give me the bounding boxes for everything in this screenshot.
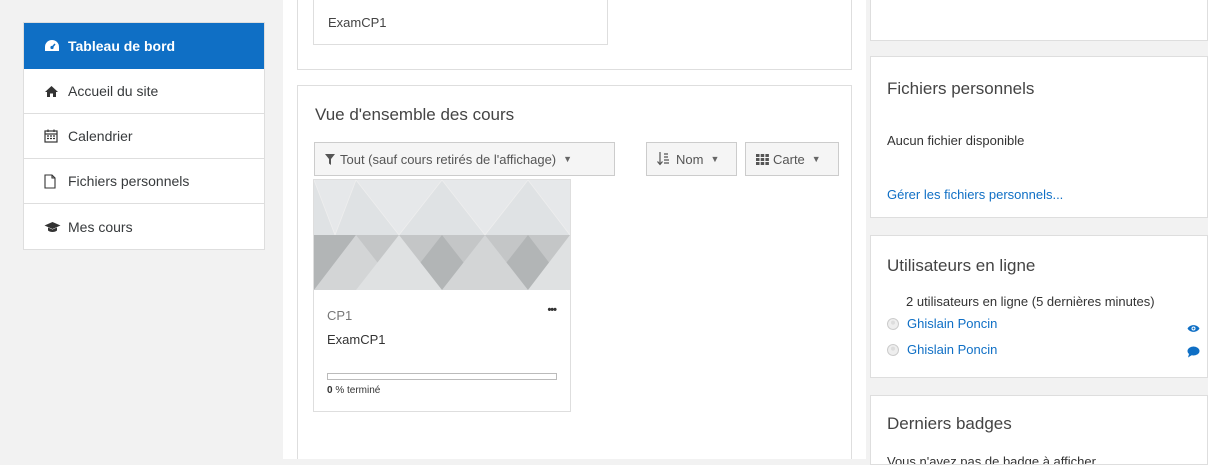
user-name-link[interactable]: Ghislain Poncin bbox=[907, 342, 997, 357]
sort-label: Nom bbox=[676, 151, 704, 167]
home-icon bbox=[44, 85, 64, 98]
file-icon bbox=[44, 173, 64, 189]
course-overview-block: Vue d'ensemble des cours Tout (sauf cour… bbox=[297, 85, 852, 459]
progress-bar bbox=[327, 373, 557, 380]
graduation-cap-icon bbox=[44, 221, 64, 233]
block-title: Fichiers personnels bbox=[887, 79, 1035, 98]
block-title: Vue d'ensemble des cours bbox=[315, 105, 515, 124]
sort-icon bbox=[657, 152, 670, 166]
message-icon[interactable] bbox=[1187, 345, 1200, 363]
view-label: Carte bbox=[773, 151, 805, 167]
nav-item-label: Accueil du site bbox=[68, 83, 159, 99]
online-user-row: Ghislain Poncin bbox=[887, 316, 997, 331]
block-title: Utilisateurs en ligne bbox=[887, 256, 1036, 275]
empty-files-text: Aucun fichier disponible bbox=[887, 133, 1025, 148]
nav-item-calendar[interactable]: Calendrier bbox=[24, 114, 264, 159]
user-avatar-icon bbox=[887, 343, 899, 356]
previous-block bbox=[870, 0, 1208, 41]
course-name: ExamCP1 bbox=[328, 15, 387, 30]
recent-course-card[interactable]: ExamCP1 bbox=[313, 0, 608, 45]
user-avatar-icon bbox=[887, 317, 899, 330]
more-options-icon[interactable]: ••• bbox=[547, 304, 557, 316]
nav-item-label: Calendrier bbox=[68, 128, 133, 144]
filter-dropdown[interactable]: Tout (sauf cours retirés de l'affichage)… bbox=[314, 142, 615, 176]
course-full-name[interactable]: ExamCP1 bbox=[327, 332, 386, 347]
course-image[interactable] bbox=[314, 180, 570, 290]
private-files-block: Fichiers personnels Aucun fichier dispon… bbox=[870, 56, 1208, 218]
nav-item-site-home[interactable]: Accueil du site bbox=[24, 69, 264, 114]
user-name-link[interactable]: Ghislain Poncin bbox=[907, 316, 997, 331]
online-user-row: Ghislain Poncin bbox=[887, 342, 997, 357]
online-users-block: Utilisateurs en ligne 2 utilisateurs en … bbox=[870, 235, 1208, 378]
navigation-drawer: Tableau de bord Accueil du site Calendri… bbox=[23, 22, 265, 250]
filter-label: Tout (sauf cours retirés de l'affichage) bbox=[340, 151, 557, 167]
latest-badges-block: Derniers badges Vous n'avez pas de badge… bbox=[870, 395, 1208, 465]
block-title: Derniers badges bbox=[887, 414, 1012, 433]
chevron-down-icon: ▼ bbox=[811, 154, 821, 164]
grid-icon bbox=[756, 153, 769, 165]
nav-item-label: Tableau de bord bbox=[68, 38, 176, 54]
chevron-down-icon: ▼ bbox=[710, 154, 720, 164]
eye-icon[interactable] bbox=[1187, 320, 1200, 338]
nav-item-label: Fichiers personnels bbox=[68, 173, 190, 189]
sort-dropdown[interactable]: Nom ▼ bbox=[646, 142, 737, 176]
course-card[interactable]: CP1 ••• ExamCP1 0 % terminé bbox=[313, 179, 571, 412]
course-short-name: CP1 bbox=[327, 308, 353, 323]
nav-item-label: Mes cours bbox=[68, 218, 133, 235]
manage-files-link[interactable]: Gérer les fichiers personnels... bbox=[887, 187, 1063, 202]
dashboard-icon bbox=[44, 39, 64, 53]
badges-empty-text: Vous n'avez pas de badge à afficher bbox=[887, 454, 1096, 465]
calendar-icon bbox=[44, 129, 64, 143]
chevron-down-icon: ▼ bbox=[563, 154, 573, 164]
nav-item-private-files[interactable]: Fichiers personnels bbox=[24, 159, 264, 204]
nav-item-dashboard[interactable]: Tableau de bord bbox=[24, 23, 264, 69]
nav-item-my-courses[interactable]: Mes cours bbox=[24, 204, 264, 249]
recent-courses-block: ExamCP1 bbox=[297, 0, 852, 70]
filter-icon bbox=[325, 153, 335, 165]
online-summary: 2 utilisateurs en ligne (5 dernières min… bbox=[906, 294, 1155, 309]
progress-suffix: % terminé bbox=[332, 385, 381, 396]
progress-text: 0 % terminé bbox=[327, 385, 380, 396]
view-dropdown[interactable]: Carte ▼ bbox=[745, 142, 839, 176]
